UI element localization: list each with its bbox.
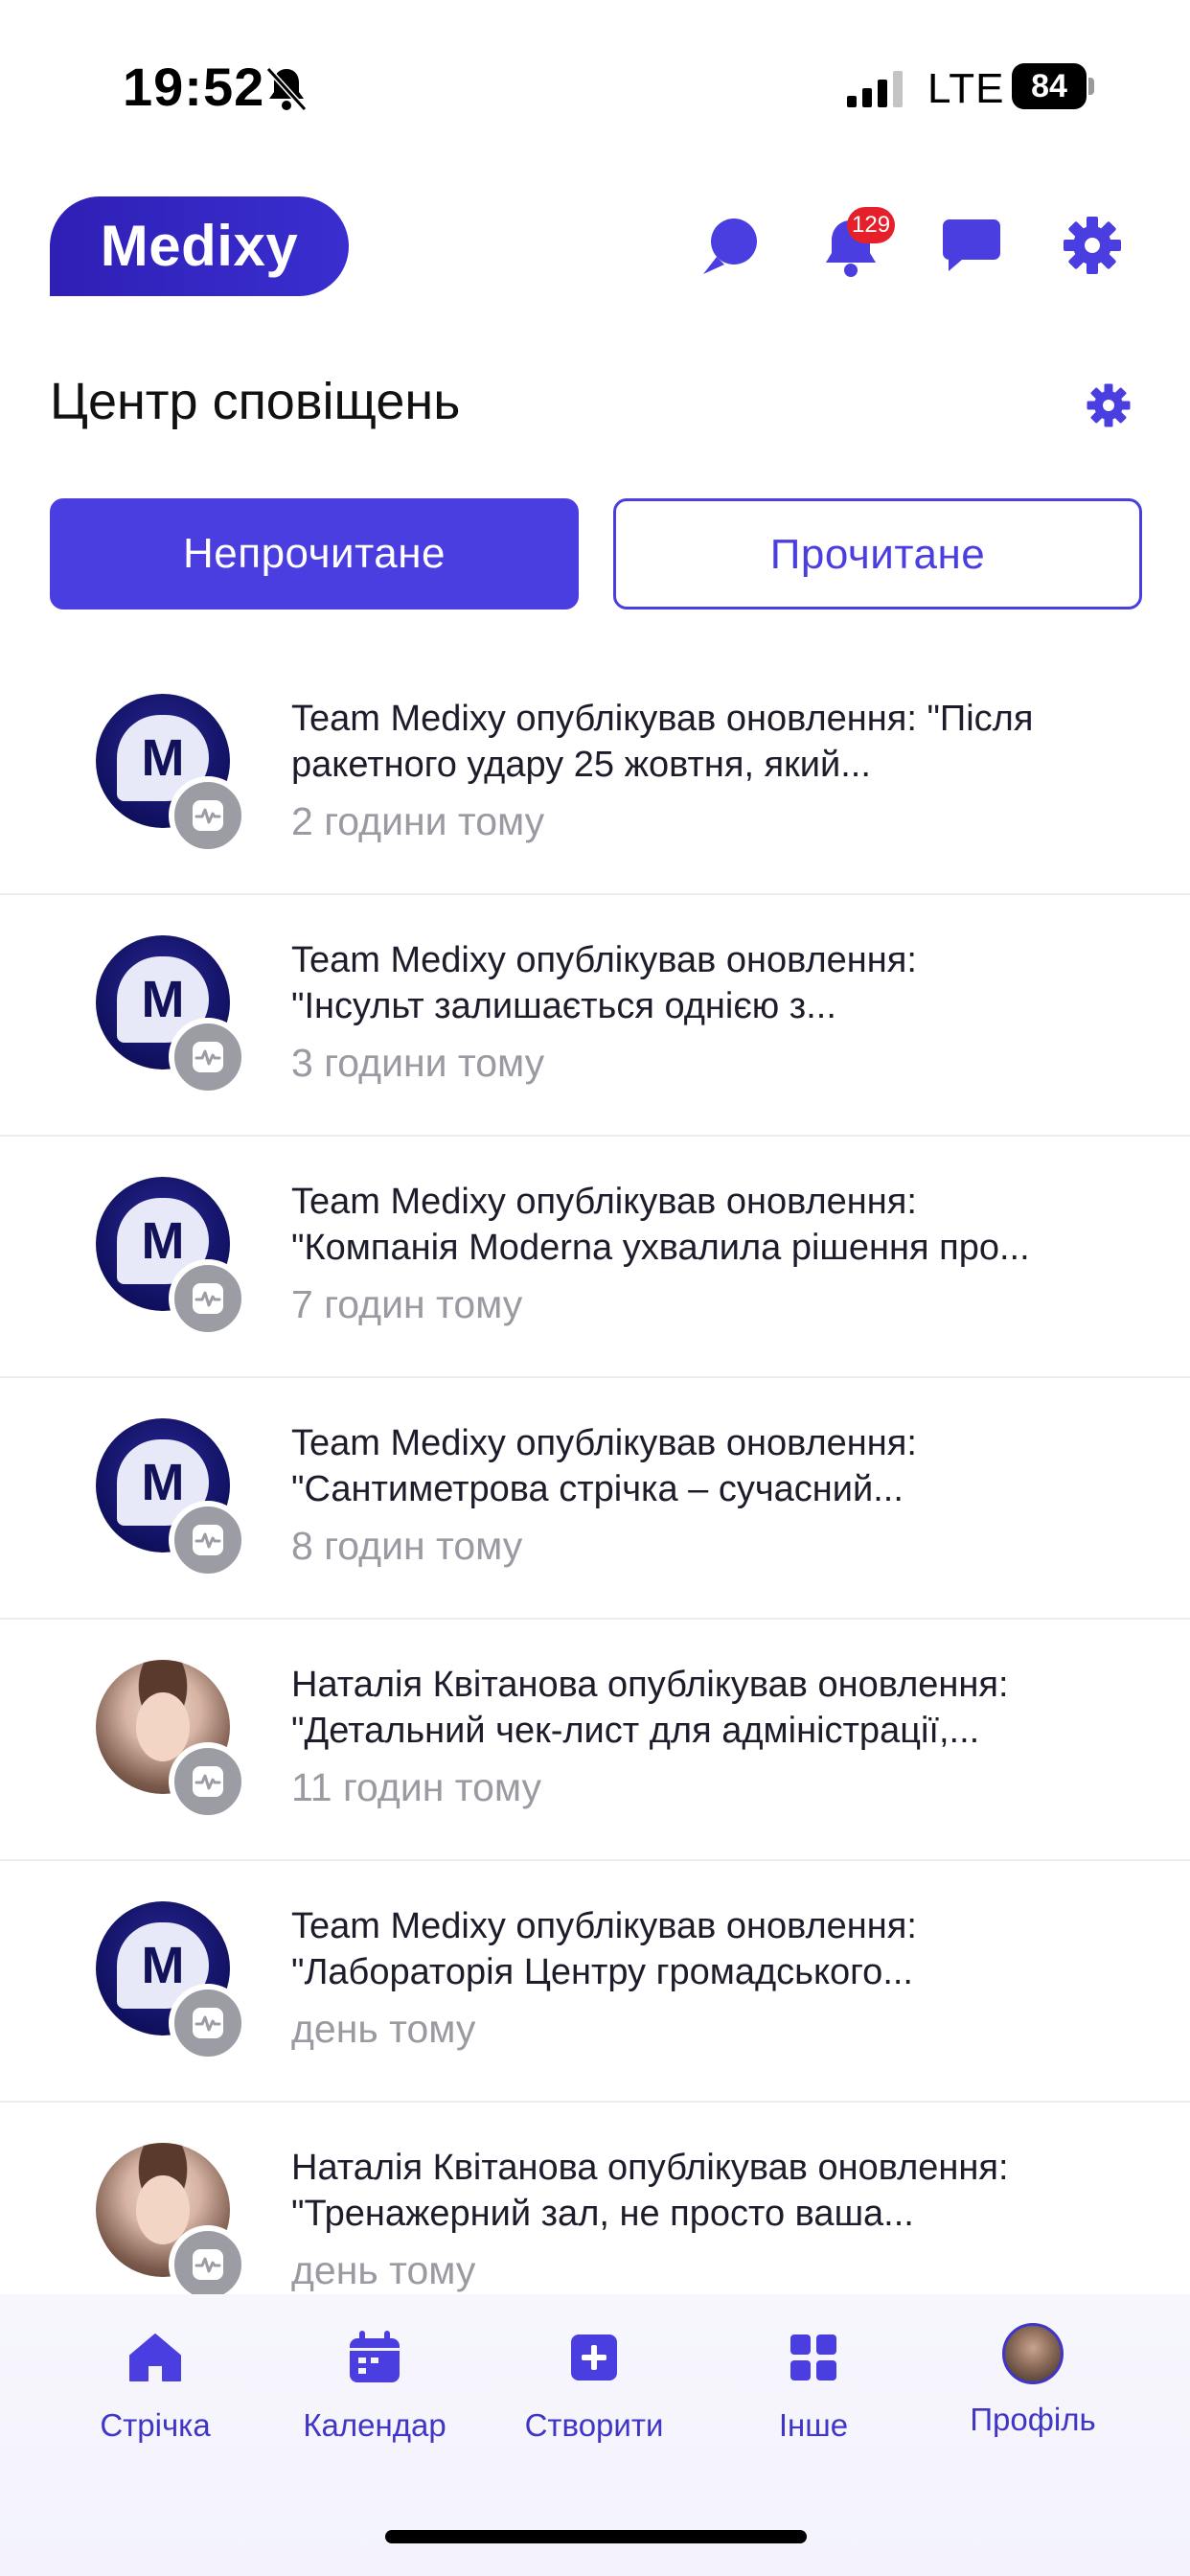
nav-calendar-label: Календар (303, 2407, 446, 2443)
notification-count-badge: 129 (847, 207, 896, 243)
pulse-icon (193, 2008, 223, 2038)
notification-time: день тому (291, 2248, 476, 2292)
pulse-icon (193, 2249, 223, 2280)
battery-indicator: 84 (1012, 63, 1094, 109)
tab-read[interactable]: Прочитане (613, 498, 1142, 610)
notification-time: день тому (291, 2007, 476, 2051)
status-bar: 19:52 LTE 84 (0, 0, 1190, 172)
notification-item[interactable]: Наталія Квітанова опублікував оновлення:… (0, 2103, 1190, 2294)
notification-line-1: Team Medixy опублікував оновлення: (291, 1906, 917, 1946)
notification-line-1: Team Medixy опублікував оновлення: "Післ… (291, 699, 1034, 739)
notification-line-1: Team Medixy опублікував оновлення: (291, 1182, 917, 1222)
signal-icon (847, 71, 903, 107)
nav-profile[interactable]: Профіль (927, 2323, 1138, 2472)
notification-item[interactable]: M Team Medixy опублікував оновлення: "Ко… (0, 1137, 1190, 1378)
notification-time: 2 години тому (291, 799, 545, 843)
notification-list[interactable]: M Team Medixy опублікував оновлення: "Пі… (0, 654, 1190, 2294)
activity-badge (169, 1742, 247, 1821)
notification-item[interactable]: M Team Medixy опублікував оновлення: "Са… (0, 1378, 1190, 1620)
gear-icon (1064, 217, 1121, 274)
plus-square-icon (571, 2334, 617, 2380)
chat-icon (943, 219, 1000, 271)
status-time: 19:52 (123, 57, 265, 117)
calendar-icon (350, 2331, 400, 2382)
notification-line-2: "Компанія Moderna ухвалила рішення про..… (291, 1228, 1030, 1268)
notification-line-2: "Сантиметрова стрічка – сучасний... (291, 1469, 904, 1509)
notification-text: Наталія Квітанова опублікував оновлення:… (291, 2145, 1134, 2237)
activity-badge (169, 2225, 247, 2294)
nav-other-label: Інше (778, 2407, 849, 2443)
notification-text: Наталія Квітанова опублікував оновлення:… (291, 1662, 1134, 1754)
nav-other[interactable]: Інше (708, 2329, 919, 2472)
notification-line-2: "Детальний чек-лист для адміністрації,..… (291, 1711, 980, 1751)
activity-badge (169, 1259, 247, 1338)
notification-time: 3 години тому (291, 1041, 545, 1085)
search-button[interactable] (696, 211, 765, 280)
page-title: Центр сповіщень (50, 373, 461, 430)
notification-time: 11 годин тому (291, 1765, 542, 1809)
activity-badge (169, 776, 247, 855)
nav-create-label: Створити (524, 2407, 664, 2443)
notification-line-2: "Лабораторія Центру громадського... (291, 1952, 913, 1992)
battery-level: 84 (1031, 68, 1067, 104)
bell-off-icon (265, 66, 308, 112)
pulse-icon (193, 1766, 223, 1797)
medixy-logo[interactable]: Medixy (50, 196, 349, 296)
notification-text: Team Medixy опублікував оновлення: "Комп… (291, 1179, 1134, 1271)
nav-create[interactable]: Створити (489, 2329, 699, 2472)
notification-text: Team Medixy опублікував оновлення: "Сант… (291, 1420, 1134, 1512)
grid-icon (790, 2334, 836, 2380)
nav-feed[interactable]: Стрічка (50, 2329, 261, 2472)
notification-line-1: Наталія Квітанова опублікував оновлення: (291, 2148, 1009, 2188)
notification-line-1: Team Medixy опублікував оновлення: (291, 1423, 917, 1463)
notification-text: Team Medixy опублікував оновлення: "Післ… (291, 696, 1134, 788)
notification-item[interactable]: M Team Medixy опублікував оновлення: "Ін… (0, 895, 1190, 1137)
notification-line-2: "Інсульт залишається однією з... (291, 986, 836, 1026)
notification-item[interactable]: M Team Medixy опублікував оновлення: "Пі… (0, 654, 1190, 895)
notification-item[interactable]: Наталія Квітанова опублікував оновлення:… (0, 1620, 1190, 1861)
notification-item[interactable]: M Team Medixy опублікував оновлення: "Ла… (0, 1861, 1190, 2103)
notification-center-screen: 19:52 LTE 84 Medixy 129 Центр сповіщень … (0, 0, 1190, 2576)
search-icon (703, 218, 757, 274)
pulse-icon (193, 1042, 223, 1072)
settings-button[interactable] (1058, 211, 1127, 280)
messages-button[interactable] (937, 211, 1006, 280)
activity-badge (169, 1018, 247, 1096)
notification-text: Team Medixy опублікував оновлення: "Інсу… (291, 937, 1134, 1029)
pulse-icon (193, 1283, 223, 1314)
notification-line-2: "Тренажерний зал, не просто ваша... (291, 2194, 914, 2234)
network-type: LTE (927, 65, 1005, 112)
profile-avatar (1002, 2323, 1064, 2384)
notification-time: 7 годин тому (291, 1282, 523, 1326)
battery-cap (1088, 78, 1094, 95)
activity-badge (169, 1984, 247, 2062)
home-indicator[interactable] (385, 2530, 807, 2543)
nav-feed-label: Стрічка (100, 2407, 211, 2443)
notification-time: 8 годин тому (291, 1524, 523, 1568)
pulse-icon (193, 800, 223, 831)
notification-settings-icon[interactable] (1083, 380, 1134, 431)
nav-profile-label: Профіль (970, 2402, 1096, 2437)
notification-line-1: Наталія Квітанова опублікував оновлення: (291, 1665, 1009, 1705)
nav-calendar[interactable]: Календар (269, 2329, 480, 2472)
home-icon (129, 2334, 181, 2381)
notification-line-2: ракетного удару 25 жовтня, який... (291, 745, 871, 785)
notification-line-1: Team Medixy опублікував оновлення: (291, 940, 917, 980)
pulse-icon (193, 1525, 223, 1555)
activity-badge (169, 1501, 247, 1579)
notification-text: Team Medixy опублікував оновлення: "Лабо… (291, 1903, 1134, 1995)
tab-unread[interactable]: Непрочитане (50, 498, 579, 610)
